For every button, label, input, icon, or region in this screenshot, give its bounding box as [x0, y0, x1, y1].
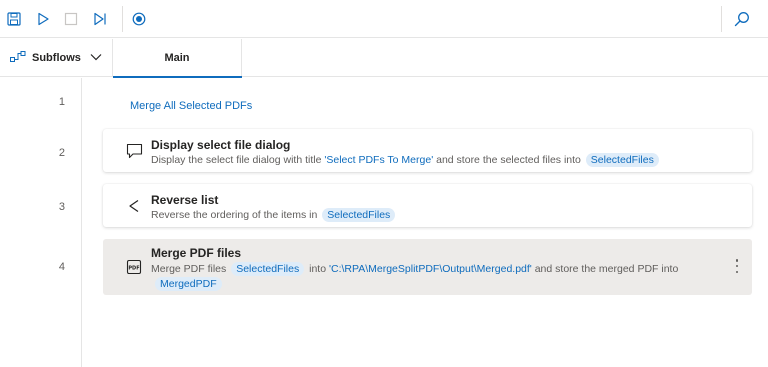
- variable-chip[interactable]: SelectedFiles: [585, 153, 659, 167]
- action-title: Display select file dialog: [151, 138, 291, 152]
- stop-icon[interactable]: [60, 8, 82, 30]
- action-merge-pdf-files[interactable]: PDF Merge PDF files Merge PDF files Sele…: [103, 239, 752, 295]
- toolbar-separator: [122, 6, 123, 32]
- desc-text: Display the select file dialog with titl…: [151, 154, 325, 166]
- desc-text: and store the merged PDF into: [531, 263, 679, 275]
- action-title: Reverse list: [151, 193, 219, 207]
- desc-text: and store the selected files into: [433, 154, 584, 166]
- play-icon[interactable]: [32, 8, 54, 30]
- action-reverse-list[interactable]: Reverse list Reverse the ordering of the…: [103, 184, 752, 227]
- tab-main-label: Main: [164, 52, 190, 64]
- tab-bar: Subflows Main: [0, 39, 768, 78]
- action-description: Merge PDF files SelectedFiles into 'C:\R…: [151, 261, 678, 277]
- desc-text: Reverse the ordering of the items in: [151, 209, 321, 221]
- desc-literal: 'C:\RPA\MergeSplitPDF\Output\Merged.pdf': [328, 263, 532, 275]
- line-number: 2: [58, 147, 65, 159]
- subflows-dropdown[interactable]: Subflows: [0, 39, 113, 77]
- search-icon[interactable]: [731, 8, 753, 30]
- toolbar: [0, 0, 768, 38]
- line-number: 1: [58, 96, 65, 108]
- line-number: 3: [58, 201, 65, 213]
- line-number: 4: [58, 261, 65, 273]
- toolbar-separator: [721, 6, 722, 32]
- chevron-down-icon: [90, 52, 102, 64]
- desc-text: Merge PDF files: [151, 263, 230, 275]
- desc-text: into: [306, 263, 329, 275]
- subflows-icon: [10, 50, 26, 66]
- svg-text:PDF: PDF: [128, 266, 139, 272]
- pdf-icon: PDF: [125, 258, 143, 276]
- line-number-gutter: [0, 78, 82, 367]
- action-title: Merge PDF files: [151, 246, 242, 260]
- action-display-select-file-dialog[interactable]: Display select file dialog Display the s…: [103, 129, 752, 172]
- action-description: Display the select file dialog with titl…: [151, 152, 661, 168]
- comment-action[interactable]: Merge All Selected PDFs: [130, 100, 252, 112]
- desc-literal: 'Select PDFs To Merge': [324, 154, 434, 166]
- record-icon[interactable]: [128, 8, 150, 30]
- save-icon[interactable]: [3, 8, 25, 30]
- subflows-label: Subflows: [32, 52, 81, 64]
- reverse-icon: [125, 197, 143, 215]
- variable-chip[interactable]: SelectedFiles: [231, 262, 305, 276]
- action-description: Reverse the ordering of the items in Sel…: [151, 207, 397, 223]
- more-options-icon[interactable]: [732, 257, 742, 275]
- variable-chip[interactable]: MergedPDF: [155, 277, 222, 291]
- variable-chip[interactable]: SelectedFiles: [322, 208, 396, 222]
- dialog-icon: [125, 142, 143, 160]
- tab-main[interactable]: Main: [113, 39, 242, 78]
- active-tab-indicator: [113, 76, 242, 78]
- next-step-icon[interactable]: [89, 8, 111, 30]
- action-description-line2: MergedPDF: [153, 276, 224, 292]
